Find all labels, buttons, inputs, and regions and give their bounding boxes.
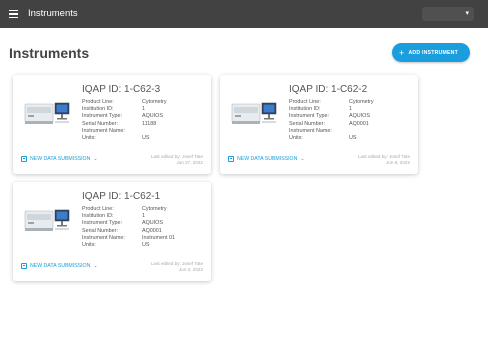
card-title: IQAP ID: 1-C62-1: [82, 191, 161, 202]
field-labels: Product Line: Institution ID: Instrument…: [82, 99, 125, 141]
calendar-icon: [228, 156, 234, 162]
analyzer-instrument-icon: [24, 102, 70, 124]
calendar-icon: [21, 263, 27, 269]
chevron-down-icon: ⌄: [300, 156, 305, 162]
calendar-icon: [21, 156, 27, 162]
field-labels: Product Line: Institution ID: Instrument…: [82, 206, 125, 248]
chevron-down-icon: ▾: [465, 10, 469, 17]
last-edited-info: Last edited by: Josef Tate Jun 27, 2022: [150, 154, 203, 165]
page-title: Instruments: [9, 45, 90, 61]
field-values: Cytometry 1 AQUIOS 11188 US: [142, 99, 167, 141]
chevron-down-icon: ⌄: [93, 263, 98, 269]
analyzer-instrument-icon: [24, 209, 70, 231]
hamburger-menu-icon[interactable]: [9, 10, 18, 18]
account-dropdown[interactable]: ▾: [422, 7, 474, 21]
analyzer-instrument-icon: [231, 102, 277, 124]
new-data-submission-label: NEW DATA SUBMISSION: [30, 263, 91, 269]
new-data-submission-label: NEW DATA SUBMISSION: [30, 156, 91, 162]
last-edited-info: Last edited by: Josef Tate Jun 8, 2022: [357, 154, 410, 165]
instrument-card[interactable]: IQAP ID: 1-C62-2 Product Line: Instituti…: [220, 75, 418, 174]
app-title: Instruments: [28, 8, 78, 19]
app-header: Instruments ▾: [0, 0, 488, 28]
chevron-down-icon: ⌄: [93, 156, 98, 162]
field-values: Cytometry 1 AQUIOS AQ0001 US: [349, 99, 374, 141]
new-data-submission-label: NEW DATA SUBMISSION: [237, 156, 298, 162]
instrument-card[interactable]: IQAP ID: 1-C62-1 Product Line: Instituti…: [13, 182, 211, 281]
new-data-submission-button[interactable]: NEW DATA SUBMISSION ⌄: [21, 263, 98, 269]
new-data-submission-button[interactable]: NEW DATA SUBMISSION ⌄: [228, 156, 305, 162]
new-data-submission-button[interactable]: NEW DATA SUBMISSION ⌄: [21, 156, 98, 162]
instrument-card[interactable]: IQAP ID: 1-C62-3 Product Line: Instituti…: [13, 75, 211, 174]
field-values: Cytometry 1 AQUIOS AQ0001 Instrument 01 …: [142, 206, 175, 248]
add-instrument-label: ADD INSTRUMENT: [408, 49, 458, 56]
card-title: IQAP ID: 1-C62-3: [82, 84, 161, 95]
add-instrument-button[interactable]: + ADD INSTRUMENT: [392, 43, 470, 62]
card-title: IQAP ID: 1-C62-2: [289, 84, 368, 95]
field-labels: Product Line: Institution ID: Instrument…: [289, 99, 332, 141]
plus-icon: +: [399, 47, 405, 58]
last-edited-info: Last edited by: Josef Tate Jun 3, 2022: [150, 261, 203, 272]
